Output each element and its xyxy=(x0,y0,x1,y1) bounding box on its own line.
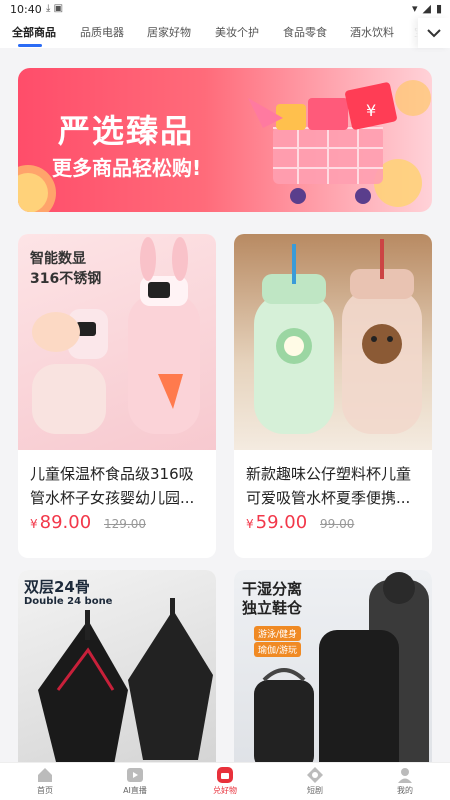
banner-title: 严选臻品 xyxy=(58,112,195,150)
tab-home-goods[interactable]: 居家好物 xyxy=(147,24,191,40)
product-image: 干湿分离 独立鞋仓 游泳/健身 瑜伽/游玩 xyxy=(234,570,432,762)
expand-tabs-button[interactable] xyxy=(418,18,450,48)
gift-icon xyxy=(217,767,233,783)
nav-ai-live[interactable]: AI直播 xyxy=(105,766,165,796)
home-icon xyxy=(38,768,52,782)
active-tab-indicator xyxy=(18,44,42,47)
nav-label: AI直播 xyxy=(123,786,147,795)
nav-profile[interactable]: 我的 xyxy=(375,766,435,796)
product-image-caption: 智能数显 xyxy=(30,251,86,267)
nav-label: 首页 xyxy=(37,786,53,795)
product-image-caption: 独立鞋仓 xyxy=(242,599,303,617)
product-card[interactable]: 干湿分离 独立鞋仓 游泳/健身 瑜伽/游玩 xyxy=(234,570,432,762)
chevron-down-icon xyxy=(427,29,441,38)
product-image-caption: 干湿分离 xyxy=(242,580,303,598)
drama-icon xyxy=(307,767,323,783)
product-image xyxy=(234,234,432,450)
product-image: 双层24骨 Double 24 bone xyxy=(18,570,216,762)
tab-quality-appliances[interactable]: 品质电器 xyxy=(80,24,124,40)
product-image-caption: Double 24 bone xyxy=(24,596,113,607)
product-image-caption: 双层24骨 xyxy=(24,578,90,596)
product-title: 新款趣味公仔塑料杯儿童可爱吸管水杯夏季便携... xyxy=(246,465,412,507)
tab-food-snacks[interactable]: 食品零食 xyxy=(283,24,327,40)
product-image-caption: 316不锈钢 xyxy=(30,271,102,287)
product-card[interactable]: 双层24骨 Double 24 bone xyxy=(18,570,216,762)
nav-redeem[interactable]: 兑好物 xyxy=(195,766,255,796)
nav-label: 短剧 xyxy=(307,786,323,795)
battery-icon: ▮ xyxy=(435,2,442,15)
bottom-nav: 首页 AI直播 兑好物 短剧 我的 xyxy=(0,762,450,800)
product-image: 智能数显 316不锈钢 xyxy=(18,234,216,450)
tab-beauty-care[interactable]: 美妆个护 xyxy=(215,24,259,40)
category-tab-bar: 全部商品 品质电器 居家好物 美妆个护 食品零食 酒水饮料 宝 xyxy=(0,18,450,48)
svg-text:¥: ¥ xyxy=(366,101,376,120)
product-card[interactable]: 智能数显 316不锈钢 儿童保温杯食品级316吸管水杯子女孩婴幼儿园... ¥8… xyxy=(18,234,216,558)
nav-label: 兑好物 xyxy=(213,786,237,795)
tab-all-products[interactable]: 全部商品 xyxy=(12,24,56,40)
nav-label: 我的 xyxy=(397,786,413,795)
play-icon xyxy=(127,768,143,782)
wifi-icon: ▾ xyxy=(411,2,418,15)
status-time: 10:40 xyxy=(10,3,42,16)
nav-home[interactable]: 首页 xyxy=(15,766,75,796)
product-original-price: 99.00 xyxy=(320,517,355,531)
status-bar: 10:40 ⤓ ▣ ▾ ◢ ▮ xyxy=(0,0,450,18)
product-price: ¥59.00 xyxy=(246,512,308,533)
promo-banner[interactable]: ¥ 严选臻品 更多商品轻松购! xyxy=(18,68,432,212)
product-image-tag: 瑜伽/游玩 xyxy=(254,642,302,657)
user-icon xyxy=(398,768,412,783)
banner-subtitle: 更多商品轻松购! xyxy=(52,156,202,180)
product-title: 儿童保温杯食品级316吸管水杯子女孩婴幼儿园... xyxy=(30,465,195,507)
nav-short-drama[interactable]: 短剧 xyxy=(285,766,345,796)
product-image-tag: 游泳/健身 xyxy=(254,626,302,641)
category-tabs: 全部商品 品质电器 居家好物 美妆个护 食品零食 酒水饮料 宝 xyxy=(0,18,418,48)
tab-drinks[interactable]: 酒水饮料 xyxy=(350,24,394,40)
product-price: ¥89.00 xyxy=(30,512,92,533)
status-notification-icons: ⤓ ▣ xyxy=(46,3,64,14)
product-card[interactable]: 新款趣味公仔塑料杯儿童可爱吸管水杯夏季便携... ¥59.00 99.00 xyxy=(234,234,432,558)
main-content: ¥ 严选臻品 更多商品轻松购! 智能数显 316不锈钢 儿童保温杯食品级316吸… xyxy=(0,48,450,762)
signal-icon: ◢ xyxy=(422,2,431,15)
product-original-price: 129.00 xyxy=(104,517,146,531)
